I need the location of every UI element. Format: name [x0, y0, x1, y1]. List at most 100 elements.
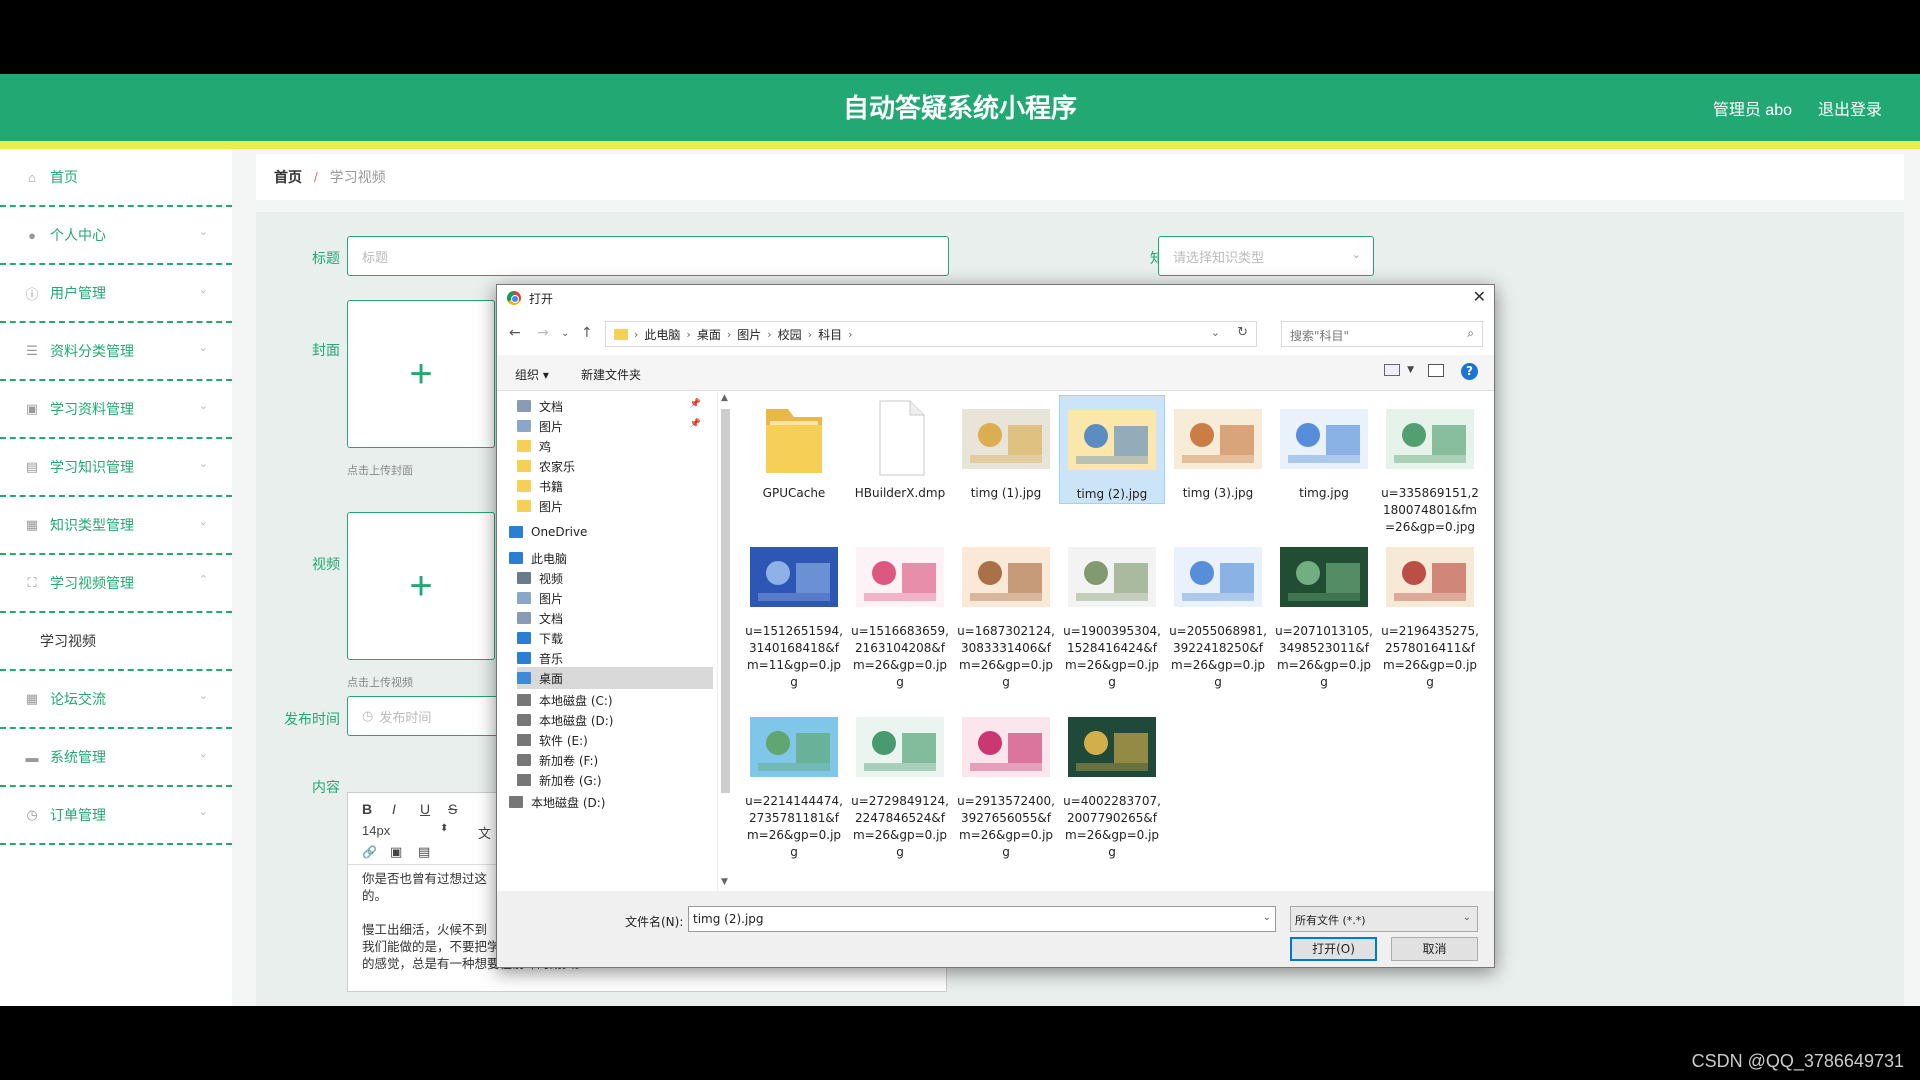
breadcrumb-home[interactable]: 首页 [274, 169, 302, 185]
nav-tree-item[interactable]: 新加卷 (G:) [517, 769, 713, 791]
video-uploader[interactable]: + [347, 512, 495, 660]
help-icon[interactable]: ? [1461, 363, 1478, 380]
file-item[interactable]: u=2729849124,2247846524&fm=26&gp=0.jpg [847, 703, 953, 861]
file-item[interactable]: u=4002283707,2007790265&fm=26&gp=0.jpg [1059, 703, 1165, 861]
nav-tree-item[interactable]: 本地磁盘 (D:) [517, 709, 713, 731]
file-item[interactable]: HBuilderX.dmp [847, 395, 953, 502]
sidebar-item-system[interactable]: ▬ 系统管理 ⌄ [0, 729, 232, 787]
sidebar-item-orders[interactable]: ◷ 订单管理 ⌄ [0, 787, 232, 845]
knowledge-type-select[interactable]: 请选择知识类型 ⌄ [1158, 236, 1374, 276]
sidebar-item-home[interactable]: ⌂ 首页 [0, 149, 232, 207]
sidebar-subitem-study-video[interactable]: 学习视频 [0, 613, 232, 671]
refresh-icon[interactable]: ↻ [1237, 325, 1248, 340]
publish-time-input[interactable]: ◷ 发布时间 [347, 696, 507, 736]
nav-tree-item[interactable]: 文档 📌 [517, 395, 713, 417]
nav-tree-item[interactable]: 文档 [517, 607, 713, 629]
forward-arrow-icon[interactable]: → [537, 325, 549, 341]
view-mode-icon[interactable] [1384, 364, 1400, 376]
nav-tree-item[interactable]: 下载 [517, 627, 713, 649]
nav-tree-item[interactable]: 桌面 [517, 667, 713, 689]
filetype-select[interactable]: 所有文件 (*.*) ⌄ [1290, 906, 1478, 932]
file-item[interactable]: timg (3).jpg [1165, 395, 1271, 502]
file-item[interactable]: u=335869151,2180074801&fm=26&gp=0.jpg [1377, 395, 1483, 536]
chevron-down-icon[interactable]: ⌄ [1211, 326, 1220, 339]
address-bar[interactable]: › 此电脑 › 桌面 › 图片 › 校园 › 科目 › ⌄ ↻ [605, 321, 1257, 347]
cover-uploader[interactable]: + [347, 300, 495, 448]
video-icon[interactable]: ▤ [418, 844, 430, 860]
sidebar-item-study-material[interactable]: ▣ 学习资料管理 ⌄ [0, 381, 232, 439]
scroll-up-icon[interactable]: ▲ [721, 393, 728, 403]
open-button[interactable]: 打开(O) [1290, 937, 1377, 961]
nav-tree-item[interactable]: 图片 [517, 587, 713, 609]
preview-pane-icon[interactable] [1428, 364, 1444, 377]
file-item[interactable]: u=2071013105,3498523011&fm=26&gp=0.jpg [1271, 533, 1377, 691]
back-arrow-icon[interactable]: ← [509, 325, 521, 341]
nav-tree-item[interactable]: 本地磁盘 (C:) [517, 689, 713, 711]
cancel-button[interactable]: 取消 [1391, 937, 1478, 961]
recent-dropdown-icon[interactable]: ⌄ [561, 328, 569, 339]
sidebar-item-study-video[interactable]: ⛶ 学习视频管理 ⌃ [0, 555, 232, 613]
text-tool-button[interactable]: 文 [478, 823, 491, 842]
scrollbar-thumb[interactable] [721, 409, 730, 793]
path-crumb[interactable]: 桌面 [697, 326, 721, 343]
nav-tree-item[interactable]: 软件 (E:) [517, 729, 713, 751]
file-item[interactable]: timg.jpg [1271, 395, 1377, 502]
title-input[interactable]: 标题 [347, 236, 949, 276]
chevron-down-icon[interactable]: ⌄ [1263, 912, 1271, 923]
file-item[interactable]: u=1512651594,3140168418&fm=11&gp=0.jpg [741, 533, 847, 691]
file-item[interactable]: u=1516683659,2163104208&fm=26&gp=0.jpg [847, 533, 953, 691]
search-input[interactable]: 搜索"科目" ⌕ [1281, 321, 1483, 347]
new-folder-button[interactable]: 新建文件夹 [581, 366, 641, 383]
nav-tree-item[interactable]: OneDrive [509, 521, 705, 543]
nav-tree-item[interactable]: 书籍 [517, 475, 713, 497]
sidebar-item-forum[interactable]: ▦ 论坛交流 ⌄ [0, 671, 232, 729]
image-thumbnail-icon [748, 533, 840, 619]
folder-icon [509, 552, 523, 564]
nav-tree-item[interactable]: 本地磁盘 (D:) [509, 791, 705, 813]
nav-tree-item[interactable]: 此电脑 [509, 547, 705, 569]
underline-button[interactable]: U [420, 801, 430, 817]
font-size-select[interactable]: 14px [362, 823, 390, 838]
file-item[interactable]: GPUCache [741, 395, 847, 502]
nav-tree-item[interactable]: 图片 📌 [517, 415, 713, 437]
nav-tree-item[interactable]: 音乐 [517, 647, 713, 669]
file-item[interactable]: timg (1).jpg [953, 395, 1059, 502]
sidebar-item-user-management[interactable]: ⓘ 用户管理 ⌄ [0, 265, 232, 323]
scroll-down-icon[interactable]: ▼ [721, 877, 728, 887]
font-size-stepper-icon[interactable]: ⬍ [440, 823, 448, 834]
sidebar-item-knowledge-type[interactable]: ▦ 知识类型管理 ⌄ [0, 497, 232, 555]
image-icon[interactable]: ▣ [390, 844, 402, 860]
up-arrow-icon[interactable]: ↑ [581, 325, 593, 341]
logout-link[interactable]: 退出登录 [1818, 96, 1882, 120]
filename-input[interactable]: timg (2).jpg ⌄ [688, 906, 1276, 932]
nav-tree-item[interactable]: 视频 [517, 567, 713, 589]
chevron-down-icon[interactable]: ▼ [1407, 365, 1414, 375]
nav-tree-item[interactable]: 新加卷 (F:) [517, 749, 713, 771]
path-crumb[interactable]: 科目 [818, 326, 842, 343]
path-crumb[interactable]: 图片 [737, 326, 761, 343]
file-name: u=1687302124,3083331406&fm=26&gp=0.jpg [957, 624, 1055, 689]
sidebar-item-study-knowledge[interactable]: ▤ 学习知识管理 ⌄ [0, 439, 232, 497]
file-item[interactable]: timg (2).jpg [1059, 395, 1165, 504]
path-crumb[interactable]: 校园 [778, 326, 802, 343]
italic-button[interactable]: I [392, 801, 396, 817]
close-icon[interactable]: ✕ [1473, 287, 1486, 306]
file-item[interactable]: u=1900395304,1528416424&fm=26&gp=0.jpg [1059, 533, 1165, 691]
navigation-scrollbar[interactable]: ▲ ▼ [717, 391, 733, 891]
link-icon[interactable]: 🔗 [362, 845, 377, 859]
path-crumb[interactable]: 此电脑 [644, 326, 680, 343]
sidebar-item-material-category[interactable]: ☰ 资料分类管理 ⌄ [0, 323, 232, 381]
nav-tree-item[interactable]: 鸡 [517, 435, 713, 457]
file-item[interactable]: u=1687302124,3083331406&fm=26&gp=0.jpg [953, 533, 1059, 691]
strike-button[interactable]: S [448, 801, 457, 817]
file-item[interactable]: u=2196435275,2578016411&fm=26&gp=0.jpg [1377, 533, 1483, 691]
file-item[interactable]: u=2913572400,3927656055&fm=26&gp=0.jpg [953, 703, 1059, 861]
nav-tree-item[interactable]: 农家乐 [517, 455, 713, 477]
organize-button[interactable]: 组织 ▾ [515, 366, 549, 383]
file-item[interactable]: u=2055068981,3922418250&fm=26&gp=0.jpg [1165, 533, 1271, 691]
sidebar-item-personal-center[interactable]: ● 个人中心 ⌄ [0, 207, 232, 265]
breadcrumb: 首页 / 学习视频 [256, 154, 1904, 200]
file-item[interactable]: u=2214144474,2735781181&fm=26&gp=0.jpg [741, 703, 847, 861]
bold-button[interactable]: B [362, 801, 372, 817]
nav-tree-item[interactable]: 图片 [517, 495, 713, 517]
